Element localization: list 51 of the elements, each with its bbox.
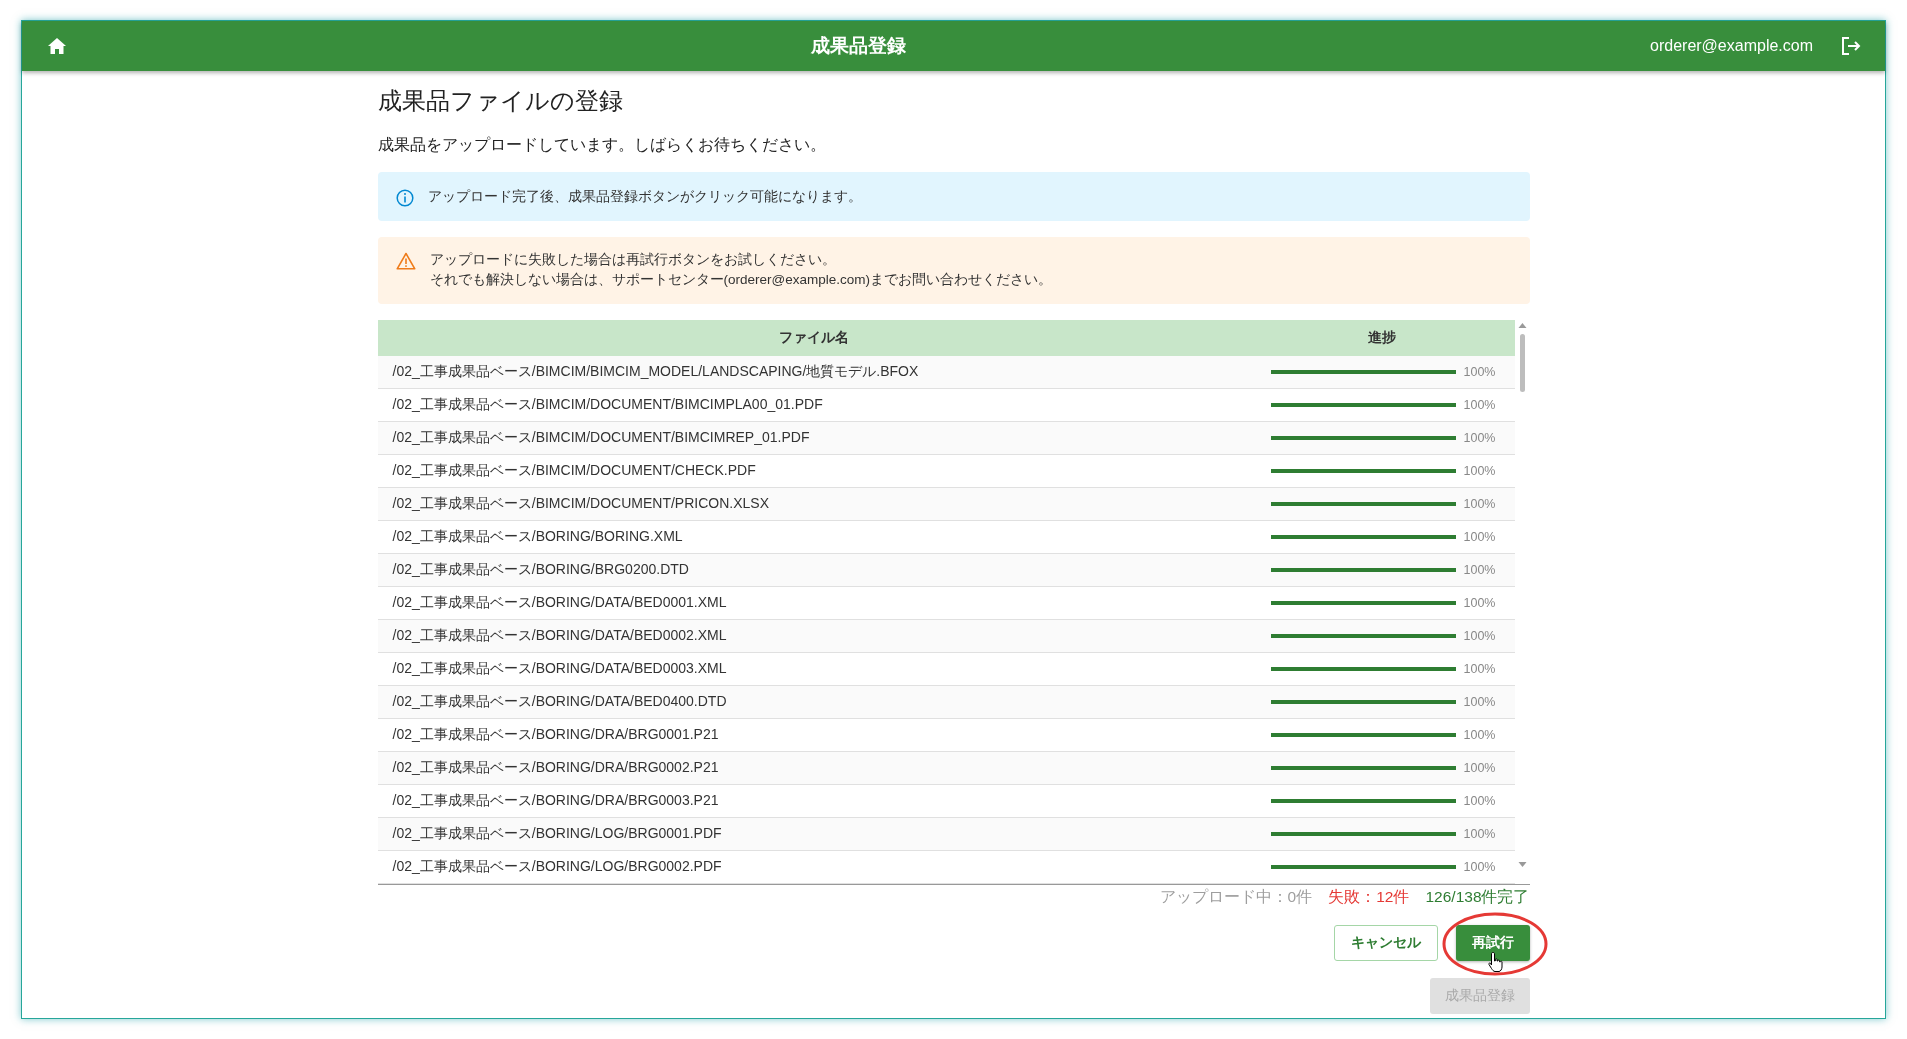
home-icon[interactable] bbox=[48, 38, 66, 54]
progress-percent: 100% bbox=[1463, 662, 1496, 676]
progress-percent: 100% bbox=[1463, 794, 1496, 808]
progress-percent: 100% bbox=[1463, 827, 1496, 841]
upload-message: 成果品をアップロードしています。しばらくお待ちください。 bbox=[377, 135, 827, 155]
progress-percent: 100% bbox=[1463, 398, 1496, 412]
progress-percent: 100% bbox=[1463, 695, 1496, 709]
notice-text: それでも解決しない場合は、サポートセンター(orderer@example.com)までお問い合わせください。 bbox=[429, 271, 1052, 289]
file-path: /02_工事成果品ベース/BORING/DATA/BED0002.XML bbox=[391, 627, 728, 645]
file-path: /02_工事成果品ベース/BORING/DATA/BED0001.XML bbox=[391, 594, 728, 612]
column-header[interactable]: 進捗 bbox=[1368, 329, 1396, 347]
file-path: /02_工事成果品ベース/BIMCIM/DOCUMENT/PRICON.XLSX bbox=[391, 495, 770, 513]
hand-cursor-icon bbox=[1487, 951, 1504, 973]
status-count: 126/138件完了 bbox=[1425, 887, 1530, 907]
status-count: アップロード中：0件 bbox=[1159, 887, 1313, 907]
file-path: /02_工事成果品ベース/BORING/LOG/BRG0001.PDF bbox=[391, 825, 723, 843]
file-path: /02_工事成果品ベース/BORING/DRA/BRG0002.P21 bbox=[391, 759, 720, 777]
warning-icon bbox=[395, 252, 416, 270]
logout-icon[interactable] bbox=[1841, 37, 1861, 55]
file-path: /02_工事成果品ベース/BORING/BORING.XML bbox=[391, 528, 684, 546]
notice-text: アップロードに失敗した場合は再試行ボタンをお試しください。 bbox=[429, 251, 837, 269]
notice-text: アップロード完了後、成果品登録ボタンがクリック可能になります。 bbox=[427, 188, 862, 206]
file-path: /02_工事成果品ベース/BIMCIM/DOCUMENT/CHECK.PDF bbox=[391, 462, 757, 480]
progress-percent: 100% bbox=[1463, 761, 1496, 775]
file-path: /02_工事成果品ベース/BORING/BRG0200.DTD bbox=[391, 561, 690, 579]
progress-percent: 100% bbox=[1463, 530, 1496, 544]
file-path: /02_工事成果品ベース/BIMCIM/DOCUMENT/BIMCIMREP_01.PDF bbox=[391, 429, 811, 447]
progress-percent: 100% bbox=[1463, 497, 1496, 511]
status-count: 失敗：12件 bbox=[1328, 887, 1410, 907]
file-path: /02_工事成果品ベース/BORING/DATA/BED0400.DTD bbox=[391, 693, 728, 711]
file-path: /02_工事成果品ベース/BIMCIM/BIMCIM_MODEL/LANDSCAPING/地質モデル.BFOX bbox=[391, 363, 920, 381]
file-path: /02_工事成果品ベース/BIMCIM/DOCUMENT/BIMCIMPLA00_01.PDF bbox=[391, 396, 824, 414]
progress-percent: 100% bbox=[1463, 464, 1496, 478]
file-path: /02_工事成果品ベース/BORING/DRA/BRG0001.P21 bbox=[391, 726, 720, 744]
retry-button[interactable]: 再試行 bbox=[1455, 925, 1530, 961]
progress-percent: 100% bbox=[1463, 431, 1496, 445]
progress-percent: 100% bbox=[1463, 860, 1496, 874]
file-path: /02_工事成果品ベース/BORING/DATA/BED0003.XML bbox=[391, 660, 728, 678]
file-path: /02_工事成果品ベース/BORING/DRA/BRG0003.P21 bbox=[391, 792, 720, 810]
progress-percent: 100% bbox=[1463, 365, 1496, 379]
progress-percent: 100% bbox=[1463, 629, 1496, 643]
page-title: 成果品登録 bbox=[809, 34, 907, 58]
user-email: orderer@example.com bbox=[1650, 37, 1813, 55]
progress-percent: 100% bbox=[1463, 563, 1496, 577]
column-header[interactable]: ファイル名 bbox=[778, 329, 849, 347]
progress-percent: 100% bbox=[1463, 728, 1496, 742]
section-heading: 成果品ファイルの登録 bbox=[377, 86, 624, 116]
info-icon bbox=[395, 189, 414, 207]
file-path: /02_工事成果品ベース/BORING/LOG/BRG0002.PDF bbox=[391, 858, 723, 876]
progress-percent: 100% bbox=[1463, 596, 1496, 610]
cancel-button[interactable]: キャンセル bbox=[1333, 925, 1438, 961]
